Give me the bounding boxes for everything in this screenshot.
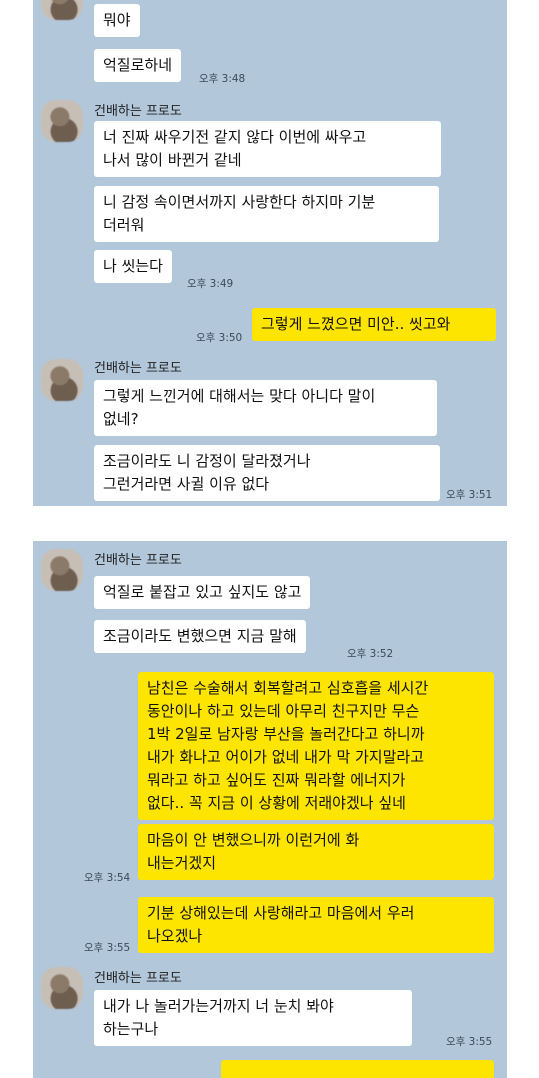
my-message-bubble[interactable]: 남친은 수술해서 회복할려고 심호흡을 세시간 동안이나 하고 있는데 아무리 … (138, 672, 494, 820)
chat-screenshot-1: 뭐야 억질로하네 오후 3:48 건배하는 프로도 너 진짜 싸우기전 같지 않… (33, 0, 507, 506)
message-bubble[interactable]: 너 진짜 싸우기전 같지 않다 이번에 싸우고 나서 많이 바뀐거 같네 (94, 121, 441, 177)
my-message-bubble[interactable]: 기분 상해있는데 사랑해라고 마음에서 우러 나오겠나 (138, 897, 494, 953)
avatar[interactable] (41, 100, 83, 142)
avatar[interactable] (41, 549, 83, 591)
avatar[interactable] (41, 0, 83, 20)
chat-screenshot-2: 건배하는 프로도 억질로 붙잡고 있고 싶지도 않고 조금이라도 변했으면 지금… (33, 541, 507, 1078)
message-bubble[interactable]: 뭐야 (94, 4, 140, 37)
sender-name: 건배하는 프로도 (94, 104, 182, 119)
avatar[interactable] (41, 967, 83, 1009)
message-time: 오후 3:48 (199, 73, 246, 85)
message-time: 오후 3:51 (446, 489, 493, 501)
message-time: 오후 3:52 (347, 648, 394, 660)
my-message-bubble-partial[interactable] (221, 1060, 494, 1078)
message-time: 오후 3:55 (446, 1036, 493, 1048)
sender-name: 건배하는 프로도 (94, 553, 182, 568)
message-bubble[interactable]: 나 씻는다 (94, 250, 172, 283)
message-bubble[interactable]: 억질로 붙잡고 있고 싶지도 않고 (94, 576, 311, 609)
message-time: 오후 3:50 (196, 332, 243, 344)
message-time: 오후 3:49 (187, 278, 234, 290)
message-bubble[interactable]: 억질로하네 (94, 49, 182, 82)
message-bubble[interactable]: 그렇게 느낀거에 대해서는 맞다 아니다 말이 없네? (94, 380, 437, 436)
message-bubble[interactable]: 니 감정 속이면서까지 사랑한다 하지마 기분 더러워 (94, 186, 439, 242)
message-time: 오후 3:55 (84, 942, 131, 954)
message-time: 오후 3:54 (84, 872, 131, 884)
avatar[interactable] (41, 359, 83, 401)
message-bubble[interactable]: 내가 나 놀러가는거까지 너 눈치 봐야 하는구나 (94, 990, 412, 1046)
my-message-bubble[interactable]: 마음이 안 변했으니까 이런거에 화 내는거겠지 (138, 824, 494, 880)
sender-name: 건배하는 프로도 (94, 971, 182, 986)
message-bubble[interactable]: 조금이라도 니 감정이 달라졌거나 그런거라면 사귈 이유 없다 (94, 445, 440, 501)
message-bubble[interactable]: 조금이라도 변했으면 지금 말해 (94, 620, 306, 653)
sender-name: 건배하는 프로도 (94, 361, 182, 376)
my-message-bubble[interactable]: 그렇게 느꼈으면 미안.. 씻고와 (252, 308, 496, 341)
